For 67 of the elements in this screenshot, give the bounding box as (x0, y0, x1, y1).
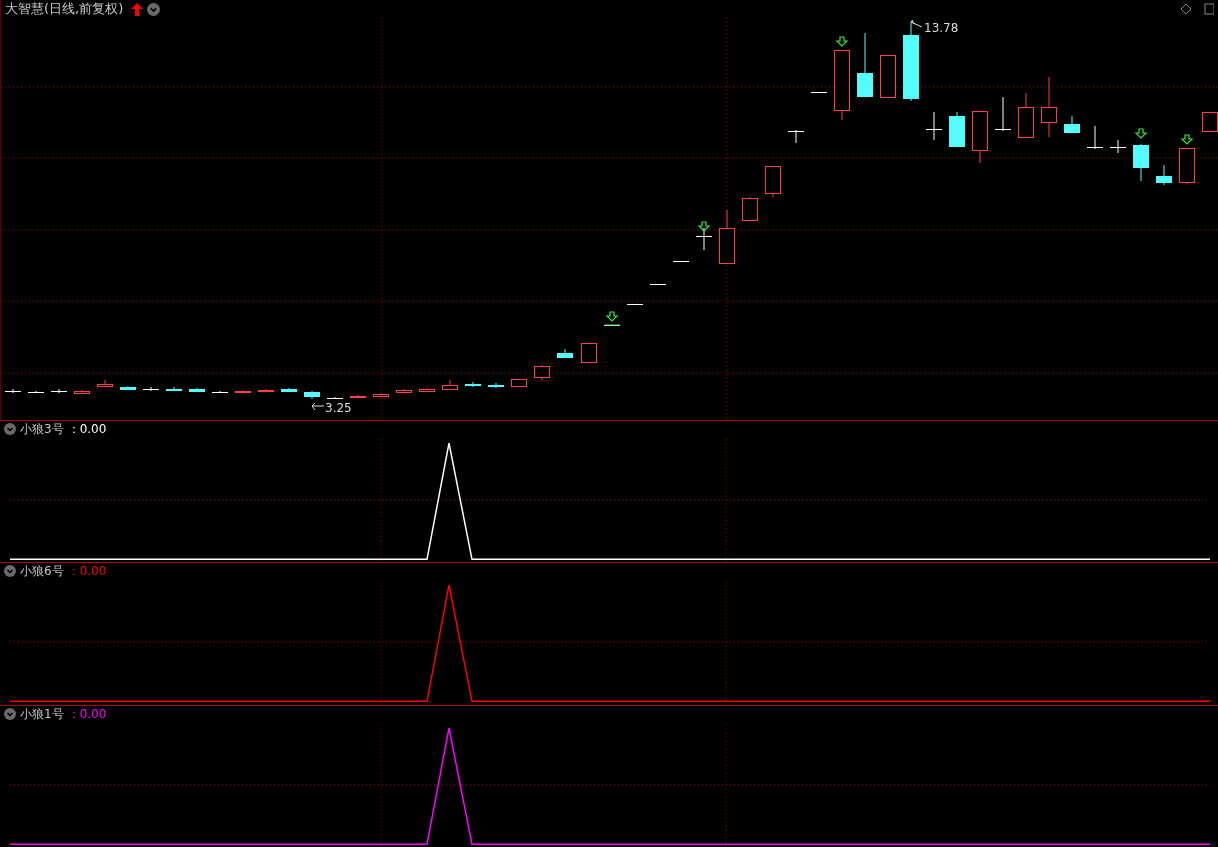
candlestick (326, 396, 344, 400)
candlestick (211, 390, 229, 394)
candlestick (396, 388, 412, 394)
candlestick (626, 303, 644, 306)
indicator-name: 小狼6号 (20, 563, 64, 581)
candlestick (742, 196, 758, 222)
candlestick (27, 390, 45, 394)
candlestick (281, 387, 297, 393)
candlestick (857, 32, 873, 98)
candlestick (972, 110, 988, 164)
candlestick (810, 91, 828, 94)
arrow-down-icon (605, 311, 619, 322)
low-price-label: 3.25 (325, 401, 352, 415)
candlestick (97, 379, 113, 388)
candlestick (419, 387, 435, 393)
candlestick (695, 227, 713, 251)
candlestick (1086, 125, 1104, 150)
candlestick (672, 260, 690, 263)
high-price-label: 13.78 (924, 21, 959, 35)
arrow-down-icon (835, 36, 849, 47)
candlestick (1156, 164, 1172, 186)
candlestick (74, 389, 90, 395)
candlestick (534, 364, 550, 381)
candlestick (442, 379, 458, 391)
arrow-down-icon (697, 221, 711, 232)
indicator-value: ：0.00 (67, 563, 107, 581)
candlestick (189, 387, 205, 393)
chevron-down-icon[interactable] (4, 565, 16, 578)
indicator-value: ：0.00 (67, 705, 107, 723)
candlestick (142, 386, 160, 392)
candlestick (1041, 76, 1057, 138)
indicator-value: ：0.00 (67, 421, 107, 438)
arrow-down-icon (1134, 128, 1148, 139)
candlestick (787, 129, 805, 144)
chart-title: 大智慧(日线,前复权) (5, 0, 124, 19)
candlestick (1064, 115, 1080, 134)
chevron-down-icon[interactable] (4, 423, 16, 435)
chevron-down-icon[interactable] (147, 2, 161, 16)
candlestick (880, 54, 896, 99)
candlestick (50, 388, 68, 394)
arrow-down-icon (1180, 134, 1194, 145)
candlestick (949, 111, 965, 148)
candlestick (1018, 92, 1034, 138)
leader-line (311, 402, 325, 411)
candlestick (373, 392, 389, 398)
indicator-name: 小狼3号 (20, 421, 64, 438)
candlestick (925, 111, 943, 141)
candlestick (765, 165, 781, 198)
candlestick (557, 348, 573, 359)
arrow-up-icon[interactable] (131, 2, 144, 16)
candlestick (120, 385, 136, 391)
candlestick (511, 378, 527, 388)
candlestick (649, 283, 667, 286)
leader-line (910, 19, 923, 28)
candlestick (1133, 143, 1149, 182)
panel-icon[interactable] (1204, 3, 1214, 15)
chevron-down-icon[interactable] (4, 707, 16, 720)
indicator-name: 小狼1号 (20, 705, 64, 723)
candlestick (994, 96, 1012, 132)
candlestick (834, 49, 850, 121)
candlestick (4, 388, 22, 394)
candlestick (1179, 147, 1195, 185)
candlestick (581, 342, 597, 364)
candlestick (1109, 139, 1127, 154)
candlestick (719, 209, 735, 264)
diamond-icon[interactable] (1180, 3, 1192, 15)
candlestick (304, 390, 320, 400)
